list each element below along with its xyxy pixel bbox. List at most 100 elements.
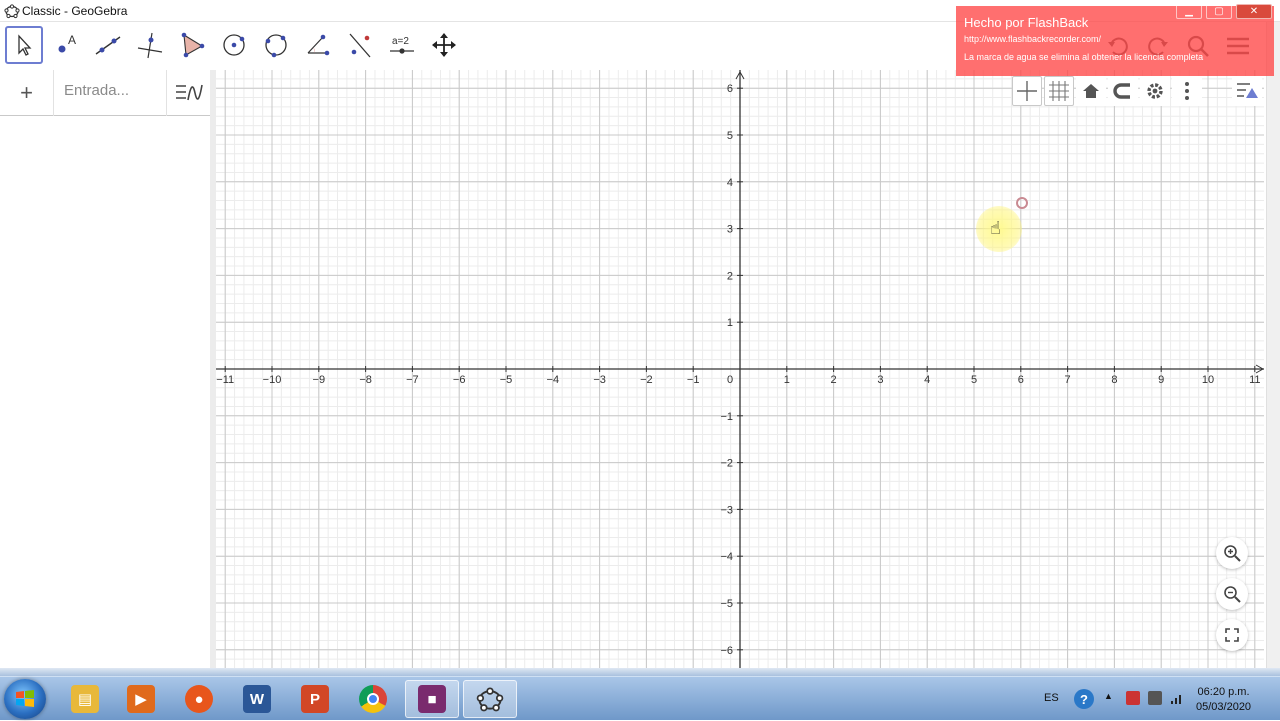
x-tick-label: −10 <box>263 374 282 386</box>
start-button[interactable] <box>4 679 46 719</box>
clock-date: 05/03/2020 <box>1196 701 1252 713</box>
algebra-view-options-button[interactable] <box>166 70 210 116</box>
x-tick-label: 1 <box>784 374 790 386</box>
zoom-out-button[interactable] <box>1216 578 1248 610</box>
zoom-in-icon <box>1224 545 1241 562</box>
y-tick-label: −1 <box>720 411 733 423</box>
y-tick-label: −6 <box>720 645 733 657</box>
move-graphics-view-tool-button[interactable] <box>425 26 463 64</box>
x-tick-label: 11 <box>1249 374 1260 386</box>
watermark-title: Hecho por FlashBack <box>964 15 1089 30</box>
system-tray: ES ? ▲ 06:20 p.m. 05/03/2020 <box>1040 677 1280 721</box>
chrome-icon <box>359 685 387 713</box>
close-button[interactable]: ✕ <box>1236 4 1272 19</box>
show-hidden-icons-icon[interactable]: ▲ <box>1104 691 1113 701</box>
x-tick-label: 8 <box>1111 374 1117 386</box>
word-icon: W <box>243 685 271 713</box>
zoom-out-icon <box>1224 586 1241 603</box>
y-tick-label: −5 <box>720 598 733 610</box>
y-tick-label: 1 <box>727 317 733 329</box>
perpendicular-icon <box>137 32 163 59</box>
watermark-url: http://www.flashbackrecorder.com/ <box>964 34 1102 44</box>
point-marker[interactable] <box>1016 197 1028 209</box>
standard-view-button[interactable] <box>1076 76 1107 106</box>
graphics-settings-button[interactable] <box>1140 76 1171 106</box>
move-tool-button[interactable] <box>5 26 43 64</box>
vertical-scrollbar[interactable] <box>1266 22 1280 668</box>
toggle-axes-button[interactable] <box>1012 76 1043 106</box>
point-capturing-button[interactable] <box>1108 76 1139 106</box>
taskbar: ▤ ▶ ● W P ■ ES ? ▲ 06:20 p.m. 05/03/2020 <box>0 676 1280 720</box>
y-tick-label: 6 <box>727 83 733 95</box>
x-tick-label: 10 <box>1202 374 1214 386</box>
taskbar-geogebra[interactable] <box>463 680 517 718</box>
more-vertical-icon <box>1185 82 1190 100</box>
x-tick-label: −1 <box>687 374 700 386</box>
gear-icon <box>1147 83 1163 99</box>
graphics-style-bar <box>1012 76 1264 108</box>
maximize-icon: ▢ <box>1214 6 1224 17</box>
x-tick-label: −2 <box>640 374 653 386</box>
perpendicular-line-tool-button[interactable] <box>131 26 169 64</box>
line-tool-button[interactable] <box>89 26 127 64</box>
help-icon[interactable]: ? <box>1074 689 1094 709</box>
taskbar-file-explorer[interactable]: ▤ <box>58 680 112 718</box>
language-indicator[interactable]: ES <box>1044 692 1059 704</box>
maximize-button[interactable]: ▢ <box>1206 4 1232 19</box>
cursor-arrow-icon <box>18 34 32 56</box>
fullscreen-icon <box>1225 628 1239 642</box>
svg-text:A: A <box>68 33 76 47</box>
clock[interactable]: 06:20 p.m. 05/03/2020 <box>1196 685 1251 715</box>
signal-icon[interactable] <box>1170 691 1184 705</box>
circle-center-tool-button[interactable] <box>215 26 253 64</box>
firefox-icon: ● <box>185 685 213 713</box>
taskbar-video-recorder[interactable]: ■ <box>405 680 459 718</box>
home-icon <box>1083 84 1100 98</box>
y-tick-label: 4 <box>727 177 733 189</box>
axes-icon <box>1017 81 1038 101</box>
device-icon[interactable] <box>1148 691 1162 705</box>
slider-tool-button[interactable]: a=2 <box>383 26 421 64</box>
graphics-view[interactable]: −11 −10 −9 −8 −7 −6 −5 −4 −3 −2 −1 0 1 2 3 4 5 6 7 8 9 10 11 6 5… <box>216 70 1264 668</box>
folder-icon: ▤ <box>71 685 99 713</box>
line-icon <box>95 36 121 55</box>
windows-logo-icon <box>16 690 34 707</box>
point-icon: A <box>58 33 76 53</box>
reflect-tool-button[interactable] <box>341 26 379 64</box>
hand-cursor-icon: ☝ <box>990 218 1001 238</box>
coordinate-grid: −11 −10 −9 −8 −7 −6 −5 −4 −3 −2 −1 0 1 2 3 4 5 6 7 8 9 10 1165… <box>216 70 1264 668</box>
minimize-icon: ▁ <box>1185 6 1193 17</box>
x-tick-label: 4 <box>924 374 930 386</box>
close-icon: ✕ <box>1249 6 1259 17</box>
y-tick-label: −4 <box>720 551 733 563</box>
x-tick-label: 2 <box>831 374 837 386</box>
x-tick-label: 0 <box>727 374 733 386</box>
geogebra-app-icon <box>4 4 20 19</box>
network-alert-icon[interactable] <box>1126 691 1140 705</box>
magnet-icon <box>1113 83 1131 99</box>
toggle-grid-button[interactable] <box>1044 76 1075 106</box>
algebra-input-field[interactable] <box>64 82 159 99</box>
add-item-button[interactable]: + <box>0 70 54 116</box>
x-tick-label: 7 <box>1065 374 1071 386</box>
taskbar-word[interactable]: W <box>230 680 284 718</box>
point-tool-button[interactable]: A <box>47 26 85 64</box>
taskbar-powerpoint[interactable]: P <box>288 680 342 718</box>
angle-tool-button[interactable] <box>299 26 337 64</box>
y-tick-label: −2 <box>720 458 733 470</box>
taskbar-firefox[interactable]: ● <box>172 680 226 718</box>
more-options-button[interactable] <box>1172 76 1203 106</box>
toggle-style-bar-button[interactable] <box>1232 76 1263 106</box>
zoom-in-button[interactable] <box>1216 537 1248 569</box>
x-tick-label: −7 <box>406 374 419 386</box>
polygon-tool-button[interactable] <box>173 26 211 64</box>
x-tick-label: −4 <box>547 374 560 386</box>
algebra-view: + <box>0 70 210 668</box>
style-bar-toggle-icon <box>1237 83 1259 98</box>
minimize-button[interactable]: ▁ <box>1176 4 1202 19</box>
taskbar-chrome[interactable] <box>346 680 400 718</box>
fullscreen-button[interactable] <box>1216 619 1248 651</box>
taskbar-media-player[interactable]: ▶ <box>114 680 168 718</box>
circle-three-points-tool-button[interactable] <box>257 26 295 64</box>
x-tick-label: −11 <box>216 374 234 386</box>
